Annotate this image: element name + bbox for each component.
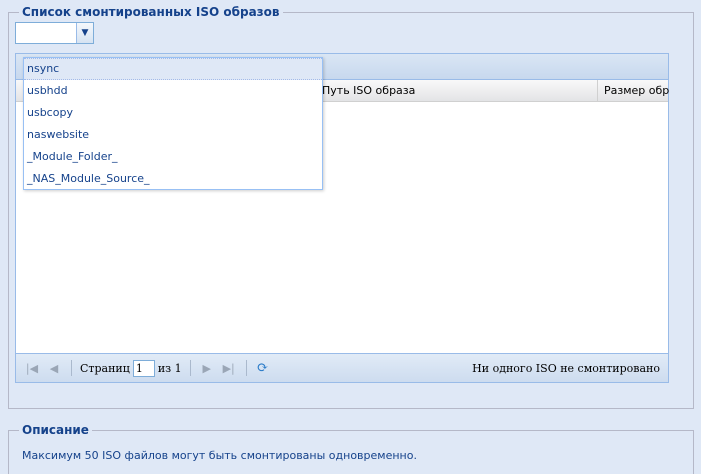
share-combo[interactable]: ▼	[15, 22, 94, 44]
description-title: Описание	[19, 423, 92, 437]
separator	[189, 360, 191, 376]
next-page-icon[interactable]: ▶	[199, 360, 215, 376]
paging-toolbar: |◀ ◀ Страниц из 1 ▶ ▶| ⟳ Ни одного ISO н…	[16, 353, 668, 382]
list-item[interactable]: usbhdd	[24, 80, 322, 102]
share-dropdown-list: nsync usbhdd usbcopy naswebsite _Module_…	[23, 57, 323, 190]
page-number-input[interactable]	[132, 359, 155, 377]
page-of-label: из 1	[157, 361, 182, 375]
list-item[interactable]: nsync	[24, 58, 322, 80]
last-page-icon[interactable]: ▶|	[221, 360, 237, 376]
share-combo-input[interactable]	[16, 23, 77, 43]
column-iso-path[interactable]: Путь ISO образа	[315, 80, 597, 102]
description-panel: Описание Максимум 50 ISO файлов могут бы…	[8, 423, 694, 474]
refresh-icon[interactable]: ⟳	[255, 360, 271, 376]
mounted-iso-title: Список смонтированных ISO образов	[19, 5, 283, 19]
column-iso-size[interactable]: Размер обр	[597, 80, 670, 102]
separator	[71, 360, 72, 376]
page-label: Страниц	[80, 361, 130, 375]
paging-status: Ни одного ISO не смонтировано	[472, 362, 660, 375]
list-item[interactable]: _NAS_Module_Source_	[24, 168, 322, 190]
chevron-down-icon[interactable]: ▼	[76, 23, 93, 43]
prev-page-icon[interactable]: ◀	[46, 360, 62, 376]
separator	[245, 360, 247, 376]
description-text: Максимум 50 ISO файлов могут быть смонти…	[22, 449, 417, 462]
list-item[interactable]: _Module_Folder_	[24, 146, 322, 168]
first-page-icon[interactable]: |◀	[24, 360, 40, 376]
list-item[interactable]: naswebsite	[24, 124, 322, 146]
list-item[interactable]: usbcopy	[24, 102, 322, 124]
